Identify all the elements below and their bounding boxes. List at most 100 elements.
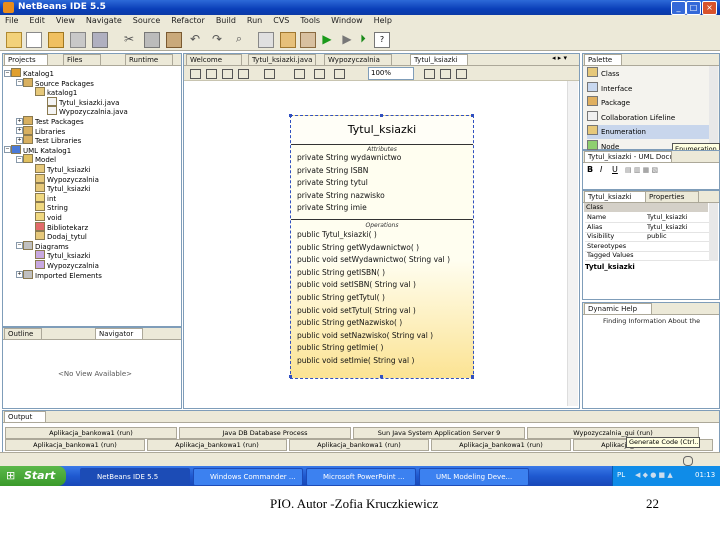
- property-row[interactable]: Tagged Values: [585, 251, 717, 261]
- tree-expand-toggle[interactable]: +: [16, 136, 23, 144]
- tree-item[interactable]: Tytul_ksiazki: [35, 164, 91, 174]
- undo-icon[interactable]: ↶: [188, 32, 202, 46]
- tab-tytul-diagram[interactable]: Tytul_ksiazki: [410, 54, 468, 65]
- open-project-icon[interactable]: [48, 32, 64, 48]
- uml-class-node[interactable]: Tytul_ksiazki Attributes private String …: [289, 114, 474, 379]
- tree-item[interactable]: Tytul_ksiazki.java: [47, 96, 119, 107]
- copy-icon[interactable]: [144, 32, 160, 48]
- tree-item[interactable]: String: [35, 202, 68, 212]
- uml-operation[interactable]: public String getTytul( ): [297, 292, 385, 305]
- taskbar-item-netbeans[interactable]: NetBeans IDE 5.5: [80, 468, 190, 486]
- pan-tool-icon[interactable]: [206, 69, 217, 79]
- clock[interactable]: 01:13: [695, 471, 715, 479]
- taskbar-item-powerpoint[interactable]: Microsoft PowerPoint ...: [306, 468, 416, 486]
- menu-item-view[interactable]: View: [56, 16, 75, 25]
- property-value[interactable]: Tytul_ksiazki: [647, 223, 687, 232]
- tree-item[interactable]: Diagrams: [23, 240, 69, 251]
- tab-outline[interactable]: Outline: [4, 328, 42, 339]
- tree-item[interactable]: Libraries: [23, 125, 65, 136]
- menu-item-tools[interactable]: Tools: [300, 16, 320, 25]
- resize-handle[interactable]: [380, 375, 383, 378]
- resize-handle[interactable]: [289, 114, 292, 117]
- export-icon[interactable]: [424, 69, 435, 79]
- palette-item[interactable]: Collaboration Lifeline: [587, 110, 711, 125]
- properties-section-header[interactable]: Class: [584, 203, 708, 212]
- menu-item-build[interactable]: Build: [216, 16, 236, 25]
- tree-item[interactable]: Test Libraries: [23, 135, 81, 145]
- tree-item[interactable]: Wypozyczalnia: [35, 260, 99, 270]
- properties-scrollbar[interactable]: [709, 203, 718, 261]
- property-value[interactable]: Tytul_ksiazki: [647, 213, 687, 222]
- tab-navigator[interactable]: Navigator: [95, 328, 143, 339]
- output-tab[interactable]: Aplikacja_bankowa1 (run): [5, 427, 177, 439]
- close-project-icon[interactable]: [92, 32, 108, 48]
- build-icon[interactable]: [280, 32, 296, 48]
- debug-run-icon[interactable]: ⏵: [356, 32, 370, 46]
- cut-icon[interactable]: ✂: [122, 32, 136, 46]
- tree-item[interactable]: Imported Elements: [23, 269, 102, 280]
- uml-attribute[interactable]: private String wydawnictwo: [297, 152, 401, 165]
- property-row[interactable]: Alias Tytul_ksiazki: [585, 223, 717, 233]
- menu-item-cvs[interactable]: CVS: [273, 16, 289, 25]
- menu-item-navigate[interactable]: Navigate: [86, 16, 122, 25]
- minimize-button[interactable]: _: [671, 1, 686, 15]
- output-tab[interactable]: Sun Java System Application Server 9: [353, 427, 525, 439]
- tree-item[interactable]: Bibliotekarz: [35, 221, 88, 232]
- tray-icons[interactable]: ◀ ◆ ● ■ ▲: [635, 471, 673, 479]
- tree-item[interactable]: int: [35, 192, 56, 203]
- tree-expand-toggle[interactable]: +: [16, 127, 23, 135]
- save-all-icon[interactable]: [70, 32, 86, 48]
- new-project-icon[interactable]: [6, 32, 22, 48]
- uml-operation[interactable]: public String getISBN( ): [297, 267, 385, 280]
- tab-uml-docs[interactable]: Tytul_ksiazki - UML Docu...: [584, 151, 672, 162]
- zoom-select[interactable]: 100%: [368, 67, 414, 80]
- clean-build-icon[interactable]: [300, 32, 316, 48]
- tab-tytul-java[interactable]: Tytul_ksiazki.java: [248, 54, 316, 65]
- tree-item[interactable]: Wypozyczalnia: [35, 173, 99, 184]
- tree-item[interactable]: Dodaj_tytul: [35, 231, 87, 241]
- tab-runtime[interactable]: Runtime: [125, 54, 173, 65]
- tab-scroll-icon[interactable]: ◂ ▸ ▾: [552, 54, 567, 62]
- tab-properties[interactable]: Properties: [645, 191, 699, 202]
- overview-icon[interactable]: [456, 69, 467, 79]
- find-icon[interactable]: ⌕: [232, 32, 246, 46]
- palette-item[interactable]: Enumeration: [587, 125, 711, 139]
- menu-item-source[interactable]: Source: [133, 16, 160, 25]
- tree-item[interactable]: Source Packages: [23, 77, 94, 88]
- select-tool-icon[interactable]: [190, 69, 201, 79]
- uml-attribute[interactable]: private String nazwisko: [297, 190, 385, 203]
- output-tab[interactable]: Aplikacja_bankowa1 (run): [289, 439, 429, 451]
- palette-item[interactable]: Class: [587, 67, 711, 81]
- tab-projects[interactable]: Projects: [4, 54, 48, 65]
- uml-operation[interactable]: public String getWydawnictwo( ): [297, 242, 419, 255]
- tree-item[interactable]: Wypozyczalnia.java: [47, 106, 128, 116]
- menu-item-help[interactable]: Help: [374, 16, 392, 25]
- uml-operation[interactable]: public void setTytul( String val ): [297, 305, 416, 318]
- tab-dynamic-help[interactable]: Dynamic Help: [584, 303, 652, 314]
- language-indicator[interactable]: PL: [617, 471, 625, 479]
- taskbar-item-total-commander[interactable]: Windows Commander ...: [193, 468, 303, 486]
- property-row[interactable]: Name Tytul_ksiazki: [585, 213, 717, 223]
- taskbar-item-uml[interactable]: UML Modeling Deve...: [419, 468, 529, 486]
- menu-item-edit[interactable]: Edit: [29, 16, 45, 25]
- property-row[interactable]: Visibility public: [585, 232, 717, 242]
- tree-item[interactable]: Test Packages: [23, 116, 84, 126]
- resize-handle[interactable]: [289, 375, 292, 378]
- uml-class-name[interactable]: Tytul_ksiazki: [291, 116, 473, 145]
- tab-files[interactable]: Files: [63, 54, 101, 65]
- bold-button[interactable]: B: [587, 165, 593, 174]
- tab-wypozyczalnia[interactable]: Wypozyczalnia: [324, 54, 392, 65]
- menu-item-run[interactable]: Run: [247, 16, 262, 25]
- tree-expand-toggle[interactable]: +: [16, 117, 23, 125]
- tree-item[interactable]: Tytul_ksiazki: [35, 183, 91, 193]
- close-button[interactable]: ×: [702, 1, 717, 15]
- layout-icon[interactable]: [264, 69, 275, 79]
- menu-item-refactor[interactable]: Refactor: [171, 16, 205, 25]
- resize-handle[interactable]: [471, 114, 474, 117]
- editor-vertical-scrollbar[interactable]: [567, 81, 578, 406]
- tree-expand-toggle[interactable]: −: [16, 79, 23, 87]
- palette-item[interactable]: Package: [587, 96, 711, 110]
- uml-operation[interactable]: public Tytul_ksiazki( ): [297, 229, 377, 242]
- tree-expand-toggle[interactable]: −: [4, 146, 11, 154]
- property-row[interactable]: Stereotypes: [585, 242, 717, 252]
